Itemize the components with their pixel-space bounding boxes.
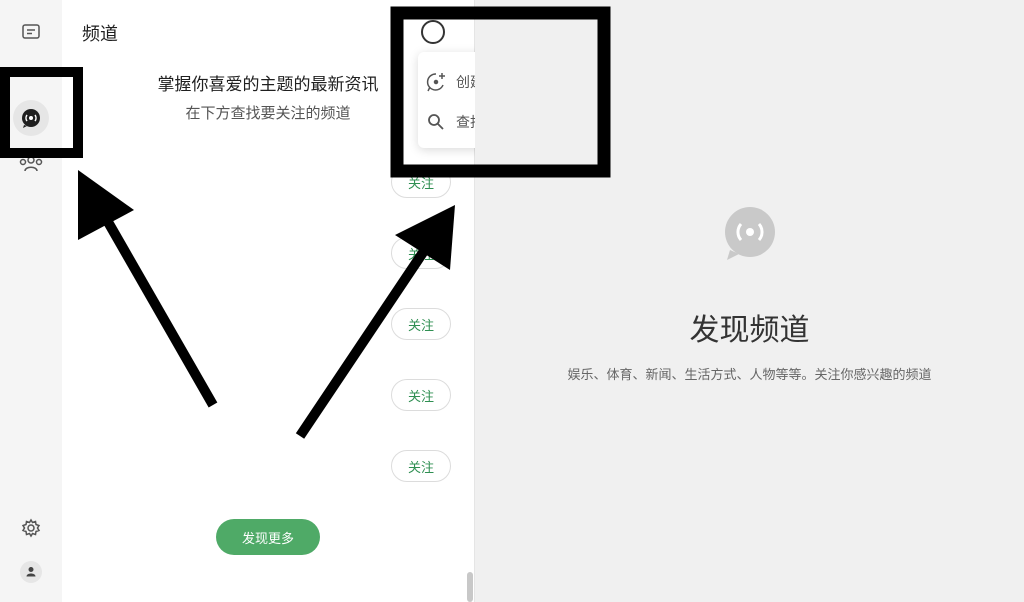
follow-button[interactable]: 关注 xyxy=(391,450,451,482)
discover-pane: 发现频道 娱乐、体育、新闻、生活方式、人物等等。关注你感兴趣的频道 xyxy=(475,0,1024,602)
panel-headline: 掌握你喜爱的主题的最新资讯 xyxy=(157,75,379,95)
nav-rail xyxy=(0,0,62,602)
settings-icon[interactable] xyxy=(13,510,49,546)
follow-button[interactable]: 关注 xyxy=(391,166,451,198)
page-title: 频道 xyxy=(82,24,118,45)
channels-icon[interactable] xyxy=(13,100,49,136)
status-icon[interactable] xyxy=(13,62,49,82)
add-channel-button[interactable] xyxy=(421,20,445,44)
contacts-icon[interactable] xyxy=(13,146,49,182)
create-channel-icon xyxy=(424,70,448,94)
follow-button[interactable]: 关注 xyxy=(391,308,451,340)
profile-icon[interactable] xyxy=(13,554,49,590)
channels-icon xyxy=(722,206,778,262)
panel-scrollbar[interactable] xyxy=(467,572,473,602)
discover-title: 发现频道 xyxy=(689,313,810,348)
panel-subline: 在下方查找要关注的频道 xyxy=(185,104,351,122)
message-icon[interactable] xyxy=(13,14,49,50)
channels-panel: 频道 掌握你喜爱的主题的最新资讯 在下方查找要关注的频道 关注 关注 关注 关注… xyxy=(62,0,475,602)
follow-button[interactable]: 关注 xyxy=(391,379,451,411)
discover-description: 娱乐、体育、新闻、生活方式、人物等等。关注你感兴趣的频道 xyxy=(567,368,932,383)
discover-more-button[interactable]: 发现更多 xyxy=(216,519,320,555)
search-icon xyxy=(424,110,448,134)
follow-button[interactable]: 关注 xyxy=(391,237,451,269)
